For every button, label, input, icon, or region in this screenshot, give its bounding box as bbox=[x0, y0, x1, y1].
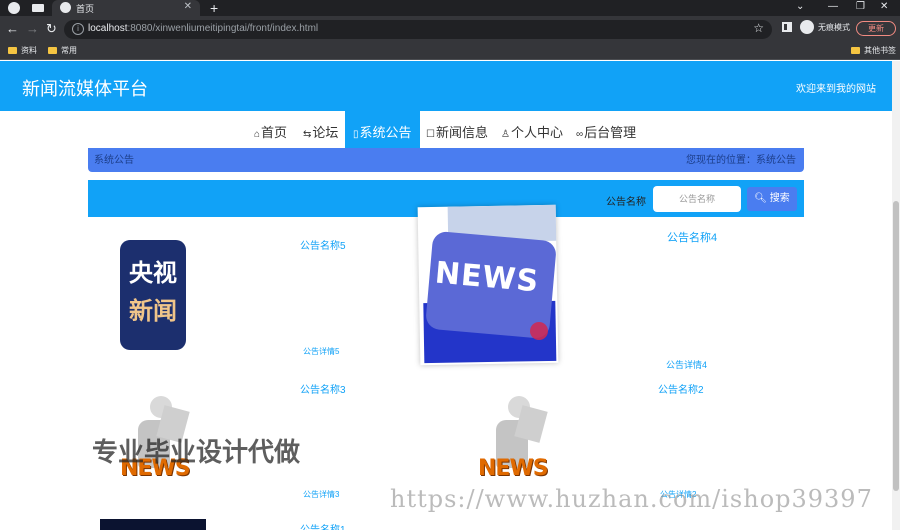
card-title[interactable]: 公告名称4 bbox=[667, 229, 717, 245]
folder-icon bbox=[48, 47, 57, 54]
url-text[interactable]: localhost:8080/xinwenliumeitipingtai/fro… bbox=[88, 23, 318, 34]
folder-icon bbox=[8, 47, 17, 54]
news-icon: ☐ bbox=[426, 129, 435, 140]
figure-news-text: NEWS bbox=[478, 456, 549, 481]
breadcrumb: 系统公告 您现在的位置：系统公告 bbox=[88, 148, 804, 172]
nav-label: 系统公告 bbox=[359, 125, 412, 140]
breadcrumb-location: 您现在的位置：系统公告 bbox=[686, 155, 796, 166]
bookmark-item[interactable]: 资料 bbox=[8, 45, 37, 56]
page-scrollbar[interactable] bbox=[892, 61, 900, 530]
other-bookmarks[interactable]: 其他书签 bbox=[851, 45, 896, 56]
card-detail: 公告详情4 bbox=[666, 360, 708, 370]
site-info-icon[interactable]: i bbox=[72, 23, 84, 35]
address-toolbar: ← → ↻ i localhost:8080/xinwenliumeitipin… bbox=[0, 16, 900, 42]
card-title[interactable]: 公告名称1 bbox=[300, 521, 346, 530]
home-icon: ⌂ bbox=[254, 129, 261, 140]
bookmark-label: 其他书签 bbox=[864, 46, 896, 55]
site-title: 新闻流媒体平台 bbox=[22, 79, 148, 99]
link-icon: ∞ bbox=[576, 129, 584, 140]
forward-icon[interactable]: → bbox=[26, 21, 39, 37]
folder-icon bbox=[851, 47, 860, 54]
card-title[interactable]: 公告名称3 bbox=[300, 381, 346, 396]
address-bar[interactable]: i localhost:8080/xinwenliumeitipingtai/f… bbox=[64, 20, 772, 39]
browser-tab-strip: 首页 ✕ + ⌄ — ❐ ✕ bbox=[0, 0, 900, 16]
back-icon[interactable]: ← bbox=[6, 21, 19, 37]
maximize-icon[interactable]: ❐ bbox=[856, 1, 865, 12]
card-image-news-key[interactable]: NEWS bbox=[417, 204, 559, 366]
bookmark-label: 常用 bbox=[61, 46, 77, 55]
bookmark-item[interactable]: 常用 bbox=[48, 45, 77, 56]
breadcrumb-title: 系统公告 bbox=[94, 155, 134, 166]
site-header: 新闻流媒体平台 欢迎来到我的网站 bbox=[0, 61, 892, 111]
scrollbar-thumb[interactable] bbox=[893, 201, 899, 491]
card-detail: 公告详情3 bbox=[303, 490, 340, 499]
search-button[interactable]: 🔍︎ 搜索 bbox=[747, 187, 797, 211]
announcement-icon: ▯ bbox=[353, 129, 359, 140]
search-icon: 🔍︎ bbox=[754, 193, 770, 204]
watermark-url: https://www.huzhan.com/ishop39397 bbox=[390, 485, 873, 513]
new-tab-icon[interactable]: + bbox=[210, 0, 218, 16]
tab-favicon-icon bbox=[60, 2, 71, 13]
welcome-text: 欢迎来到我的网站 bbox=[796, 84, 876, 95]
url-host: localhost bbox=[88, 23, 128, 34]
search-input[interactable] bbox=[653, 186, 741, 212]
bookmarks-bar: 资料 常用 其他书签 bbox=[0, 42, 900, 60]
watermark-text: 专业毕业设计代做 bbox=[92, 438, 301, 468]
card-detail: 公告详情5 bbox=[303, 347, 340, 356]
nav-label: 新闻信息 bbox=[435, 125, 488, 140]
url-path: :8080/xinwenliumeitipingtai/front/index.… bbox=[127, 23, 319, 34]
reload-icon[interactable]: ↻ bbox=[46, 21, 57, 37]
user-icon: ♙ bbox=[501, 129, 510, 140]
nav-label: 论坛 bbox=[312, 125, 339, 140]
minimize-icon[interactable]: — bbox=[828, 1, 838, 12]
nav-label: 个人中心 bbox=[510, 125, 563, 140]
mouse-cursor bbox=[530, 322, 548, 340]
window-close-icon[interactable]: ✕ bbox=[880, 1, 888, 12]
bookmark-star-icon[interactable]: ☆ bbox=[753, 21, 764, 35]
tab-search-icon[interactable]: ⌄ bbox=[796, 1, 804, 12]
search-label: 公告名称 bbox=[606, 197, 646, 208]
update-button[interactable]: 更新 bbox=[856, 21, 896, 36]
card-image-cctv-news[interactable]: 央视 新闻 bbox=[120, 240, 186, 350]
incognito-label: 无痕模式 bbox=[818, 23, 850, 32]
incognito-icon[interactable] bbox=[800, 20, 814, 34]
tab-close-icon[interactable]: ✕ bbox=[184, 1, 192, 12]
browser-logo-icon[interactable] bbox=[8, 2, 20, 14]
nav-label: 首页 bbox=[261, 125, 288, 140]
forum-icon: ⇆ bbox=[303, 129, 312, 140]
nav-label: 后台管理 bbox=[584, 125, 637, 140]
cctv-logo-line: 央视 bbox=[129, 259, 177, 287]
cctv-logo-line: 新闻 bbox=[129, 297, 177, 325]
bookmark-label: 资料 bbox=[21, 46, 37, 55]
card-title[interactable]: 公告名称5 bbox=[300, 237, 346, 252]
tab-title: 首页 bbox=[76, 4, 95, 14]
side-panel-icon[interactable] bbox=[782, 22, 792, 32]
search-button-label: 搜索 bbox=[769, 193, 790, 204]
tab-switcher-icon[interactable] bbox=[32, 4, 44, 12]
card-image-news-figure[interactable]: NEWS bbox=[470, 396, 552, 494]
card-image-dark[interactable] bbox=[100, 519, 206, 530]
card-title[interactable]: 公告名称2 bbox=[658, 381, 704, 396]
browser-tab-active[interactable]: 首页 ✕ bbox=[52, 0, 200, 16]
